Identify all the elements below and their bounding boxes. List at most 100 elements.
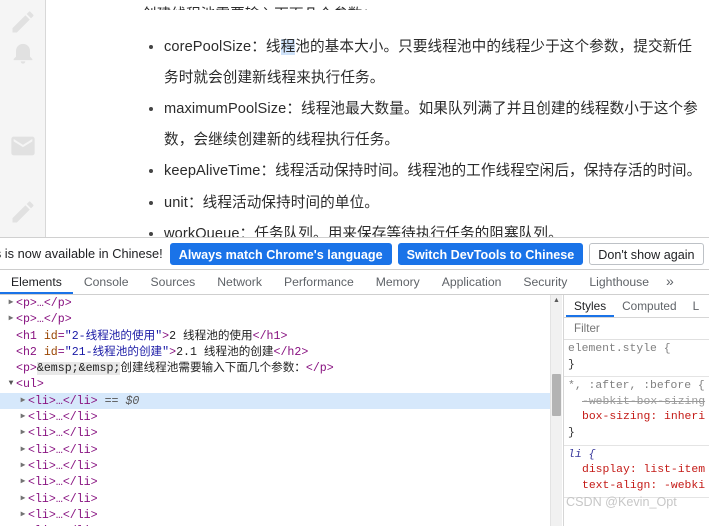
dom-node-p[interactable]: ▶ <p>…</p> [0, 311, 550, 327]
chevron-right-icon[interactable]: ▶ [18, 409, 28, 425]
bell-icon[interactable] [9, 38, 37, 66]
tab-lighthouse[interactable]: Lighthouse [578, 270, 660, 294]
css-selector: element.style { [568, 343, 671, 355]
tab-security[interactable]: Security [512, 270, 578, 294]
text-selection-highlight: 程 [280, 39, 296, 55]
devtools-tab-strip: Elements Console Sources Network Perform… [0, 270, 709, 295]
param-desc-a: ：线 [251, 39, 281, 55]
chevron-right-icon[interactable]: ▶ [6, 295, 16, 311]
chevron-right-icon[interactable]: ▶ [18, 425, 28, 441]
dom-node-li[interactable]: ▶<li>…</li> [0, 442, 550, 458]
param-term: workQueue [164, 226, 240, 237]
envelope-icon[interactable] [9, 132, 37, 160]
param-term: unit [164, 194, 188, 211]
css-rule-li[interactable]: li { display: list-item text-align: -web… [564, 446, 709, 499]
chevron-right-icon[interactable]: ▶ [18, 507, 28, 523]
article-content: 创建线程池需要输入下面几个参数： corePoolSize：线程池的基本大小。只… [47, 0, 709, 237]
tab-performance[interactable]: Performance [273, 270, 365, 294]
html-entity: &emsp;&emsp; [36, 362, 121, 376]
css-close-brace: } [568, 426, 575, 439]
css-selector: li { [568, 448, 596, 461]
dom-node-ul[interactable]: ▼ <ul> [0, 376, 550, 392]
page-left-rail [0, 0, 46, 237]
spacer-icon: ▶ [6, 328, 16, 344]
chevron-right-icon[interactable]: ▶ [18, 442, 28, 458]
dom-node-li[interactable]: ▶<li>…</li> [0, 507, 550, 523]
param-desc: ：任务队列。用来保存等待执行任务的阻塞队列。 [239, 226, 563, 237]
intro-paragraph: 创建线程池需要输入下面几个参数： [142, 0, 703, 10]
dom-node-li[interactable]: ▶<li>…</li> [0, 458, 550, 474]
dom-pane-scrollbar[interactable]: ▲ [550, 295, 562, 526]
list-item: maximumPoolSize：线程池最大数量。如果队列满了并且创建的线程数小于… [164, 94, 703, 155]
more-tabs-icon[interactable]: » [660, 270, 680, 294]
tab-computed[interactable]: Computed [614, 295, 684, 317]
param-term: maximumPoolSize [164, 101, 287, 117]
param-term: corePoolSize [164, 39, 252, 55]
dom-node-h1[interactable]: ▶<h1 id="2-线程池的使用">2 线程池的使用</h1> [0, 328, 550, 344]
list-item: corePoolSize：线程池的基本大小。只要线程池中的线程少于这个参数，提交… [164, 32, 703, 93]
dom-node-li[interactable]: ▶<li>…</li> [0, 491, 550, 507]
chevron-right-icon[interactable]: ▶ [18, 393, 28, 409]
list-item: unit：线程活动保持时间的单位。 [164, 188, 703, 219]
dom-node-li-selected[interactable]: ▶ <li>…</li> == $0 [0, 392, 550, 410]
always-match-chrome-language-button[interactable]: Always match Chrome's language [169, 242, 392, 265]
browser-page-area: 创建线程池需要输入下面几个参数： corePoolSize：线程池的基本大小。只… [0, 0, 709, 237]
devtools-language-notification: ls is now available in Chinese! Always m… [0, 237, 709, 270]
css-rule-element-style[interactable]: element.style { } [564, 340, 709, 378]
param-term: keepAliveTime [164, 163, 261, 179]
pencil-icon[interactable] [9, 8, 37, 36]
spacer-icon: ▶ [6, 360, 16, 376]
list-item: workQueue：任务队列。用来保存等待执行任务的阻塞队列。 [164, 219, 703, 237]
node-text: 2.1 线程池的创建 [176, 346, 274, 360]
chevron-down-icon[interactable]: ▼ [6, 376, 16, 392]
css-selector: *, :after, :before { [568, 380, 705, 393]
spacer-icon: ▶ [6, 344, 16, 360]
styles-filter-input[interactable]: Filter [574, 322, 600, 335]
dom-tree-pane[interactable]: ▶<p>…</p> ▶<p>…</p> ▶<h1 id="2-线程池的使用">2… [0, 295, 550, 526]
dont-show-again-button[interactable]: Don't show again [589, 242, 704, 265]
dom-node-p-text[interactable]: ▶<p>&emsp;&emsp;创建线程池需要输入下面几个参数：</p> [0, 360, 550, 376]
styles-filter-row[interactable]: Filter [564, 318, 709, 340]
css-declaration-disabled[interactable]: -webkit-box-sizing [568, 395, 709, 411]
css-declaration[interactable]: text-align: -webki [568, 479, 709, 495]
dom-node-li[interactable]: ▶<li>…</li> [0, 409, 550, 425]
css-close-brace: } [568, 358, 575, 371]
dom-node-h2[interactable]: ▶<h2 id="21-线程池的创建">2.1 线程池的创建</h2> [0, 344, 550, 360]
param-desc: ：线程活动保持时间的单位。 [187, 194, 379, 211]
dom-node-li[interactable]: ▶<li>…</li> [0, 425, 550, 441]
attr-value: 21-线程池的创建 [71, 346, 163, 360]
devtools-body: ▶<p>…</p> ▶<p>…</p> ▶<h1 id="2-线程池的使用">2… [0, 295, 709, 526]
css-declaration[interactable]: display: list-item [568, 463, 709, 479]
parameter-list: corePoolSize：线程池的基本大小。只要线程池中的线程少于这个参数，提交… [142, 32, 703, 237]
pencil-icon[interactable] [9, 198, 37, 226]
chevron-right-icon[interactable]: ▶ [18, 458, 28, 474]
tab-network[interactable]: Network [206, 270, 273, 294]
selected-node-ref: == $0 [104, 395, 140, 408]
tab-application[interactable]: Application [431, 270, 513, 294]
node-text: 创建线程池需要输入下面几个参数： [120, 362, 306, 376]
css-declaration[interactable]: box-sizing: inheri [568, 410, 709, 426]
screenshot-root: 创建线程池需要输入下面几个参数： corePoolSize：线程池的基本大小。只… [0, 0, 709, 526]
attr-name: id [43, 346, 58, 360]
styles-pane: Styles Computed L Filter element.style {… [563, 295, 709, 526]
tab-console[interactable]: Console [73, 270, 140, 294]
scrollbar-thumb[interactable] [552, 374, 561, 416]
node-text: 2 线程池的使用 [169, 329, 253, 343]
tab-styles[interactable]: Styles [566, 295, 615, 317]
tab-memory[interactable]: Memory [365, 270, 431, 294]
notification-message: ls is now available in Chinese! [0, 246, 163, 261]
tab-sources[interactable]: Sources [140, 270, 207, 294]
tab-layout-truncated[interactable]: L [685, 295, 708, 317]
styles-pane-tabs: Styles Computed L [564, 295, 709, 318]
dom-node-p[interactable]: ▶ <p>…</p> [0, 295, 550, 311]
switch-devtools-to-chinese-button[interactable]: Switch DevTools to Chinese [397, 242, 584, 265]
list-item: keepAliveTime：线程活动保持时间。线程池的工作线程空闲后，保持存活的… [164, 156, 703, 187]
chevron-right-icon[interactable]: ▶ [6, 311, 16, 327]
css-rule-universal[interactable]: *, :after, :before { -webkit-box-sizing … [564, 377, 709, 446]
chevron-right-icon[interactable]: ▶ [18, 474, 28, 490]
tab-elements[interactable]: Elements [0, 270, 73, 294]
scroll-up-icon[interactable]: ▲ [551, 295, 562, 307]
attr-value: 2-线程池的使用 [71, 329, 156, 343]
dom-node-li[interactable]: ▶<li>…</li> [0, 474, 550, 490]
chevron-right-icon[interactable]: ▶ [18, 491, 28, 507]
